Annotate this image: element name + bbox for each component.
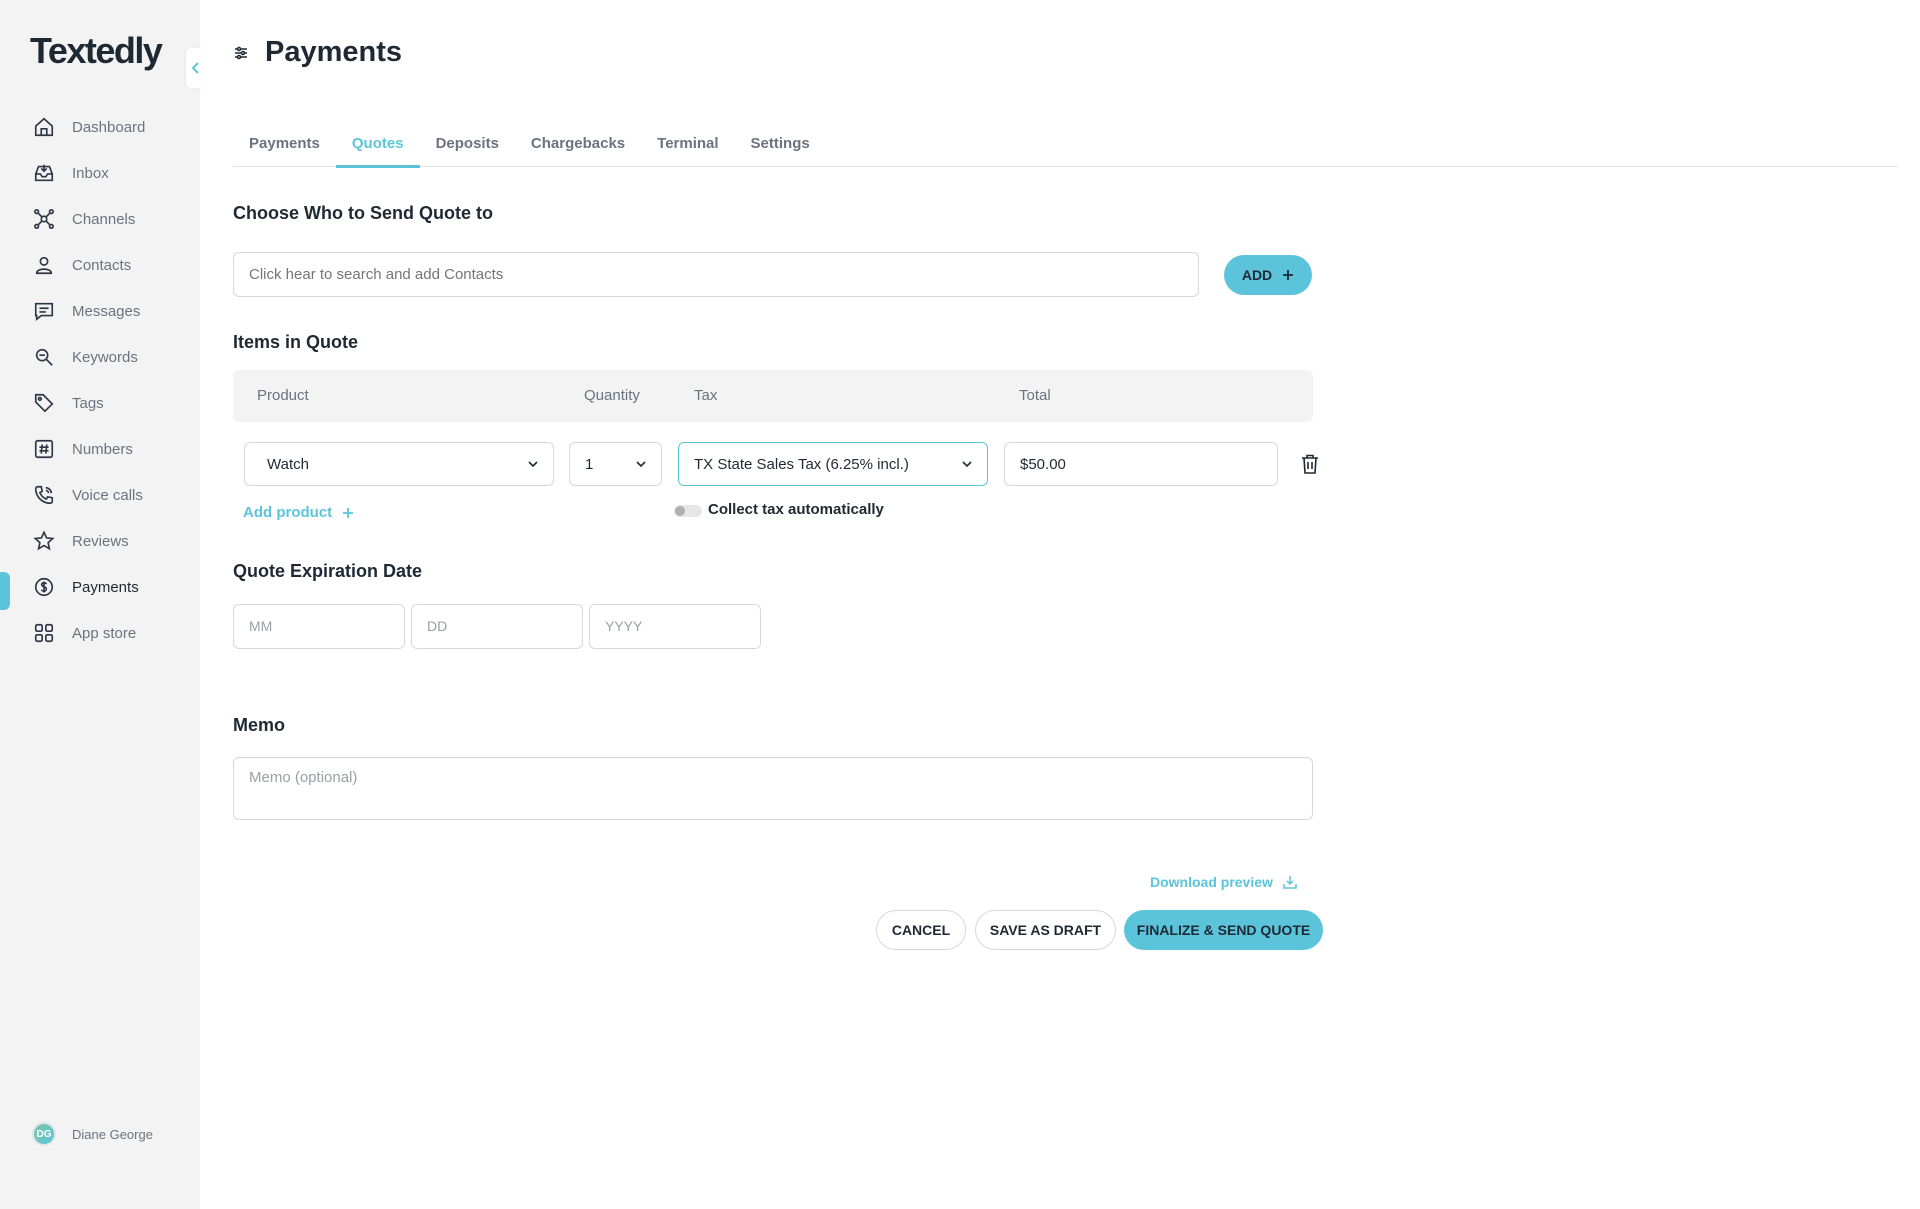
chevron-left-icon	[191, 62, 199, 74]
sidebar-item-inbox[interactable]: Inbox	[0, 150, 200, 196]
add-button-label: ADD	[1241, 267, 1273, 283]
tab-bar: Payments Quotes Deposits Chargebacks Ter…	[233, 128, 1898, 168]
column-header-tax: Tax	[694, 387, 718, 404]
inbox-icon	[32, 161, 56, 185]
plus-icon	[1283, 270, 1294, 280]
tab-payments[interactable]: Payments	[233, 128, 336, 166]
quantity-value: 1	[585, 455, 594, 473]
user-name: Diane George	[72, 1126, 153, 1142]
channels-icon	[32, 207, 56, 231]
product-select[interactable]: Watch	[244, 442, 554, 486]
total-field[interactable]: $50.00	[1004, 442, 1278, 486]
column-header-product: Product	[257, 387, 309, 404]
sidebar-item-app-store[interactable]: App store	[0, 610, 200, 656]
sidebar-item-label: Dashboard	[72, 118, 146, 136]
memo-section-title: Memo	[233, 715, 286, 735]
delete-row-button[interactable]	[1301, 454, 1319, 479]
column-header-total: Total	[1019, 387, 1051, 404]
tag-icon	[32, 391, 56, 415]
sidebar-item-contacts[interactable]: Contacts	[0, 242, 200, 288]
sidebar-item-label: Numbers	[72, 440, 133, 458]
sidebar-item-numbers[interactable]: Numbers	[0, 426, 200, 472]
sidebar-item-label: Voice calls	[72, 486, 143, 504]
sidebar-item-label: Channels	[72, 210, 136, 228]
column-header-quantity: Quantity	[584, 387, 640, 404]
expiration-year-input[interactable]: YYYY	[589, 604, 761, 649]
tab-chargebacks[interactable]: Chargebacks	[515, 128, 641, 166]
page-title: Payments	[233, 36, 402, 69]
tab-quotes[interactable]: Quotes	[335, 128, 420, 168]
quantity-select[interactable]: 1	[569, 442, 662, 486]
add-product-link[interactable]: Add product	[243, 504, 354, 521]
items-section-title: Items in Quote	[233, 332, 359, 352]
tab-settings[interactable]: Settings	[735, 128, 826, 166]
chevron-down-icon	[636, 461, 646, 468]
hash-icon	[32, 437, 56, 461]
collect-tax-toggle[interactable]	[674, 505, 702, 517]
download-preview-label: Download preview	[1150, 874, 1273, 890]
sidebar-item-label: Keywords	[72, 348, 138, 366]
grid-icon	[32, 621, 56, 645]
sidebar-item-label: Inbox	[72, 164, 109, 182]
sidebar-collapse-button[interactable]	[186, 48, 206, 88]
product-value: Watch	[267, 455, 309, 473]
sidebar-item-keywords[interactable]: Keywords	[0, 334, 200, 380]
chevron-down-icon	[528, 461, 538, 468]
sidebar-nav: Dashboard Inbox Channels Contacts Messag…	[0, 104, 200, 656]
finalize-send-button[interactable]: FINALIZE & SEND QUOTE	[1124, 910, 1323, 950]
sidebar-item-label: Reviews	[72, 532, 129, 550]
tab-deposits[interactable]: Deposits	[420, 128, 515, 166]
total-value: $50.00	[1020, 455, 1066, 473]
sidebar: Textedly Dashboard Inbox Channels Contac…	[0, 0, 206, 1209]
home-icon	[32, 115, 56, 139]
avatar: DG	[32, 1122, 56, 1146]
chevron-down-icon	[962, 461, 972, 468]
message-icon	[32, 299, 56, 323]
sidebar-item-messages[interactable]: Messages	[0, 288, 200, 334]
add-product-label: Add product	[243, 504, 333, 521]
sidebar-item-label: Tags	[72, 394, 104, 412]
contact-search-input[interactable]	[233, 252, 1199, 297]
expiration-month-input[interactable]: MM	[233, 604, 405, 649]
page-title-text: Payments	[265, 36, 403, 68]
user-profile[interactable]: DG Diane George	[32, 1122, 153, 1146]
dollar-icon	[32, 575, 56, 599]
save-draft-button[interactable]: SAVE AS DRAFT	[975, 910, 1116, 950]
contact-icon	[32, 253, 56, 277]
recipient-section-title: Choose Who to Send Quote to	[233, 203, 493, 223]
sidebar-item-label: Payments	[72, 578, 139, 596]
trash-icon	[1302, 454, 1318, 474]
sidebar-item-reviews[interactable]: Reviews	[0, 518, 200, 564]
tax-value: TX State Sales Tax (6.25% incl.)	[694, 455, 909, 473]
sidebar-item-channels[interactable]: Channels	[0, 196, 200, 242]
tab-terminal[interactable]: Terminal	[641, 128, 734, 166]
collect-tax-label: Collect tax automatically	[708, 501, 884, 518]
keyword-icon	[32, 345, 56, 369]
add-contact-button[interactable]: ADD	[1224, 255, 1312, 295]
sidebar-item-label: App store	[72, 624, 137, 642]
sidebar-item-label: Messages	[72, 302, 141, 320]
sidebar-item-payments[interactable]: Payments	[0, 564, 200, 610]
sidebar-item-dashboard[interactable]: Dashboard	[0, 104, 200, 150]
download-preview-link[interactable]: Download preview	[1150, 874, 1297, 890]
star-icon	[32, 529, 56, 553]
sidebar-item-label: Contacts	[72, 256, 132, 274]
plus-icon	[343, 507, 354, 518]
app-logo[interactable]: Textedly	[30, 30, 163, 72]
cancel-button[interactable]: CANCEL	[876, 910, 966, 950]
sidebar-item-voice-calls[interactable]: Voice calls	[0, 472, 200, 518]
sidebar-item-tags[interactable]: Tags	[0, 380, 200, 426]
tax-select[interactable]: TX State Sales Tax (6.25% incl.)	[678, 442, 988, 486]
expiration-section-title: Quote Expiration Date	[233, 561, 423, 581]
memo-textarea[interactable]: Memo (optional)	[233, 757, 1313, 820]
download-icon	[1283, 876, 1297, 889]
phone-icon	[32, 483, 56, 507]
filter-icon[interactable]	[233, 45, 249, 61]
items-table-header: Product Quantity Tax Total	[233, 370, 1313, 422]
expiration-day-input[interactable]: DD	[411, 604, 583, 649]
